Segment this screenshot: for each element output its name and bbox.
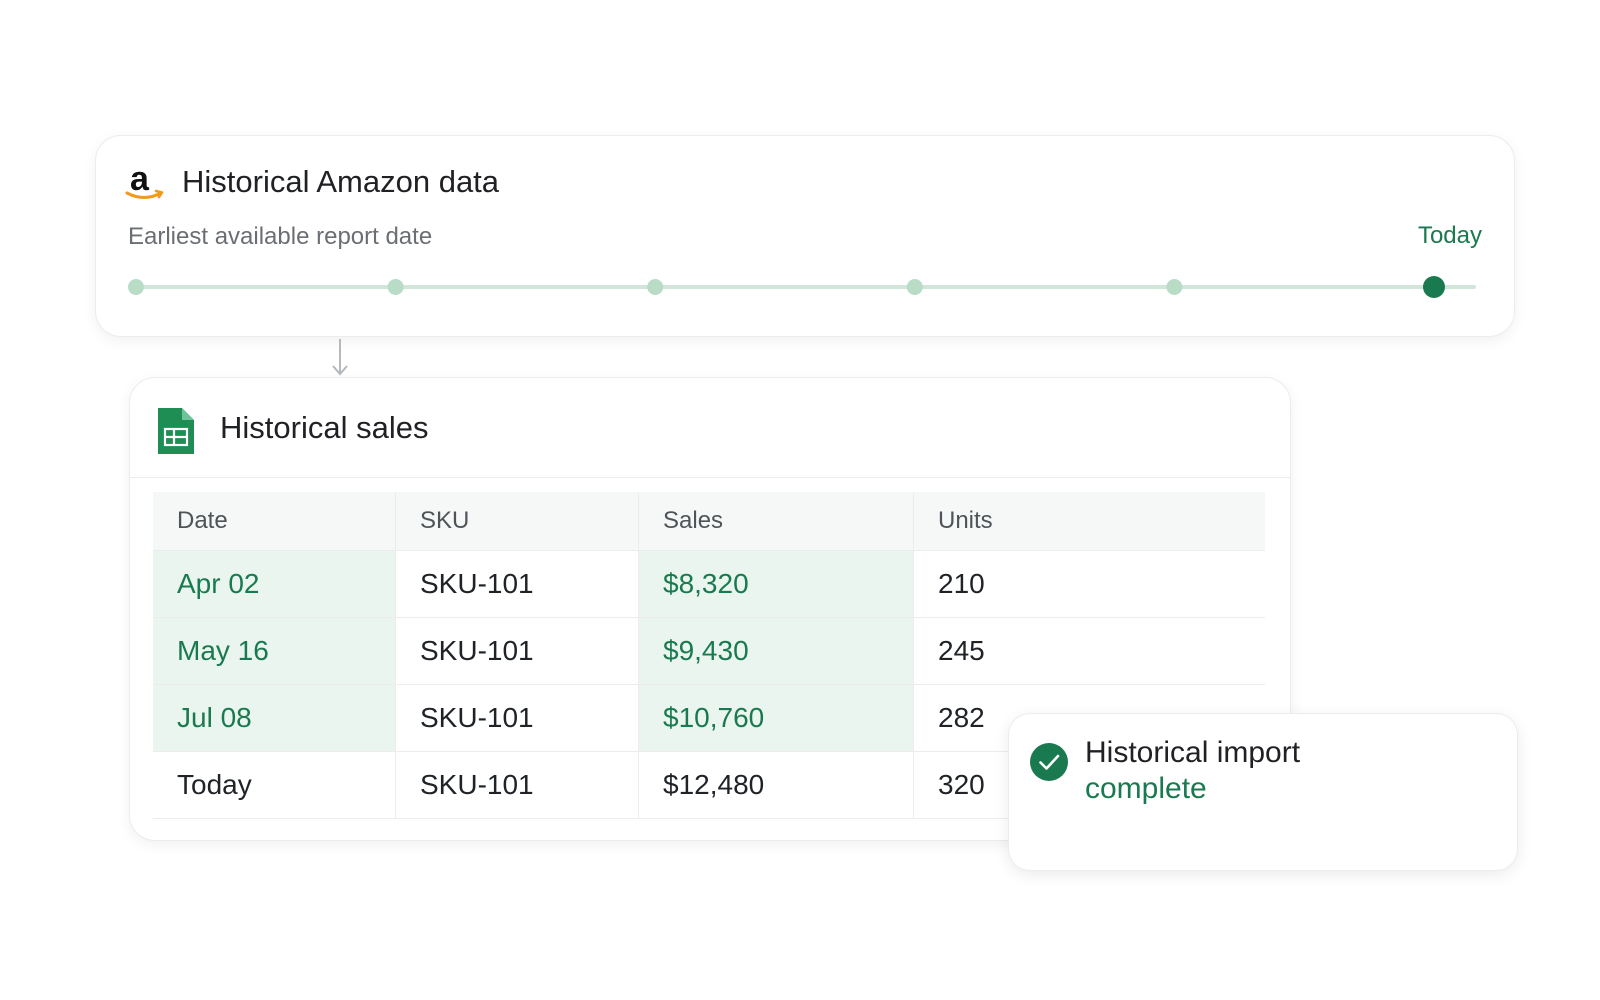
google-sheets-icon [158, 408, 194, 454]
cell-sales[interactable]: $10,760 [638, 684, 914, 752]
cell-sku[interactable]: SKU-101 [395, 550, 639, 618]
svg-text:a: a [130, 160, 150, 198]
timeline-point[interactable] [906, 279, 923, 295]
column-header-sales[interactable]: Sales [638, 492, 914, 551]
check-circle-icon [1030, 743, 1068, 781]
cell-sales[interactable]: $8,320 [638, 550, 914, 618]
toast-title: Historical import [1085, 736, 1301, 769]
cell-date[interactable]: Jul 08 [153, 684, 396, 752]
cell-units[interactable]: 210 [913, 550, 1265, 618]
amazon-data-card: a Historical Amazon data Earliest availa… [95, 135, 1515, 337]
table-row: May 16 SKU-101 $9,430 245 [153, 617, 1265, 685]
cell-date[interactable]: May 16 [153, 617, 396, 685]
arrow-down-icon [332, 339, 348, 376]
column-header-date[interactable]: Date [153, 492, 396, 551]
cell-sku[interactable]: SKU-101 [395, 751, 639, 819]
timeline-point[interactable] [647, 279, 664, 295]
column-header-units[interactable]: Units [913, 492, 1265, 551]
timeline-point[interactable] [387, 279, 404, 295]
earliest-date-label: Earliest available report date [128, 223, 433, 250]
cell-date[interactable]: Today [153, 751, 396, 819]
sales-card-title: Historical sales [220, 410, 429, 445]
amazon-card-title: Historical Amazon data [182, 164, 500, 199]
table-header-row: Date SKU Sales Units [153, 492, 1265, 551]
cell-sales[interactable]: $9,430 [638, 617, 914, 685]
amazon-logo-icon: a [125, 160, 164, 199]
timeline-point[interactable] [128, 279, 144, 295]
today-label: Today [1417, 222, 1482, 249]
toast-status: complete [1085, 772, 1207, 805]
cell-sku[interactable]: SKU-101 [395, 617, 639, 685]
import-complete-toast: Historical import complete [1008, 713, 1518, 871]
cell-sku[interactable]: SKU-101 [395, 684, 639, 752]
table-row: Apr 02 SKU-101 $8,320 210 [153, 550, 1265, 618]
cell-sales[interactable]: $12,480 [638, 751, 914, 819]
cell-date[interactable]: Apr 02 [153, 550, 396, 618]
column-header-sku[interactable]: SKU [395, 492, 639, 551]
date-range-timeline[interactable] [126, 272, 1486, 302]
cell-units[interactable]: 245 [913, 617, 1265, 685]
timeline-point-today[interactable] [1423, 276, 1445, 298]
timeline-point[interactable] [1166, 279, 1183, 295]
header-divider [130, 477, 1290, 478]
